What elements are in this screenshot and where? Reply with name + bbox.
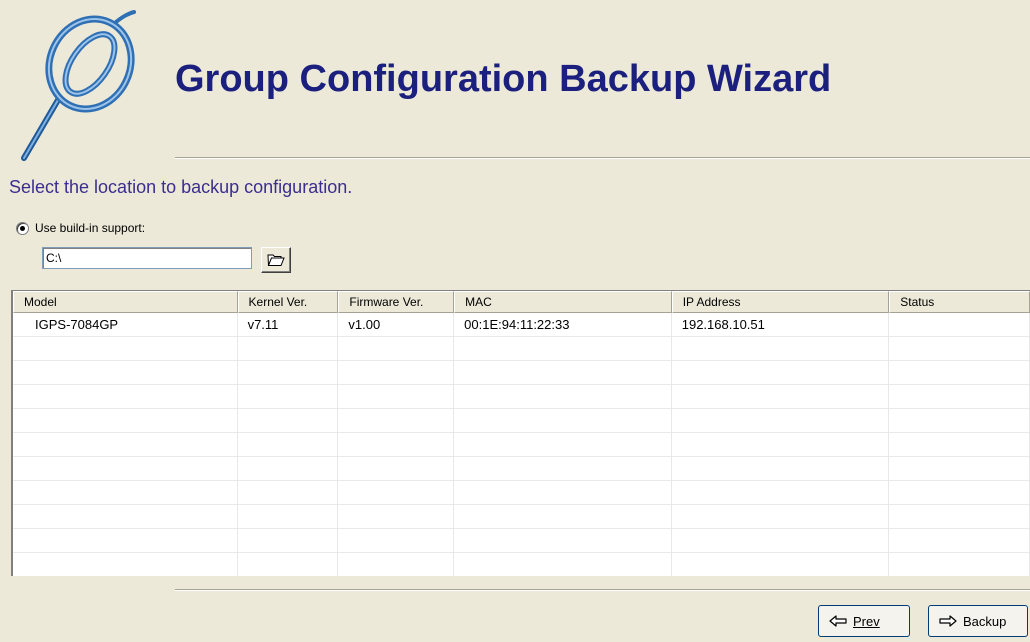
empty-row — [13, 337, 1030, 361]
browse-folder-button[interactable] — [261, 247, 291, 273]
backup-button-label: Backup — [963, 613, 1007, 629]
column-header-status[interactable]: Status — [889, 291, 1030, 313]
empty-row — [13, 385, 1030, 409]
column-header-kernel-ver[interactable]: Kernel Ver. — [237, 291, 339, 313]
footer-divider — [175, 589, 1030, 591]
empty-row — [13, 529, 1030, 553]
device-table: Model Kernel Ver. Firmware Ver. MAC IP A… — [11, 290, 1030, 576]
empty-row — [13, 553, 1030, 576]
backup-path-input[interactable] — [42, 247, 252, 269]
build-in-support-option[interactable]: Use build-in support: — [16, 220, 145, 236]
table-row[interactable]: IGPS-7084GP v7.11 v1.00 00:1E:94:11:22:3… — [13, 313, 1030, 337]
empty-row — [13, 481, 1030, 505]
cell-status — [889, 313, 1030, 336]
column-header-ip-address[interactable]: IP Address — [671, 291, 890, 313]
folder-open-icon — [267, 254, 285, 266]
cell-mac: 00:1E:94:11:22:33 — [454, 313, 672, 336]
arrow-left-icon — [829, 615, 847, 627]
empty-row — [13, 433, 1030, 457]
column-header-firmware-ver[interactable]: Firmware Ver. — [338, 291, 455, 313]
cell-firmware: v1.00 — [338, 313, 455, 336]
radio-selected-dot — [20, 225, 25, 231]
empty-row — [13, 457, 1030, 481]
column-header-model[interactable]: Model — [13, 291, 238, 313]
table-body: IGPS-7084GP v7.11 v1.00 00:1E:94:11:22:3… — [13, 313, 1030, 576]
empty-row — [13, 409, 1030, 433]
prev-button-label: Prev — [853, 613, 880, 629]
cell-kernel: v7.11 — [238, 313, 339, 336]
prev-button[interactable]: Prev — [818, 605, 910, 637]
cell-model: IGPS-7084GP — [13, 313, 238, 336]
wizard-logo-icon — [21, 10, 136, 161]
column-header-mac[interactable]: MAC — [454, 291, 672, 313]
cell-ip: 192.168.10.51 — [672, 313, 890, 336]
header-divider — [175, 157, 1030, 159]
page-title: Group Configuration Backup Wizard — [175, 58, 832, 100]
build-in-support-label: Use build-in support: — [35, 221, 146, 235]
build-in-support-radio[interactable] — [16, 221, 29, 235]
instruction-text: Select the location to backup configurat… — [9, 177, 353, 197]
arrow-right-icon — [939, 615, 957, 627]
empty-row — [13, 361, 1030, 385]
backup-button[interactable]: Backup — [928, 605, 1028, 637]
table-header: Model Kernel Ver. Firmware Ver. MAC IP A… — [13, 291, 1030, 313]
empty-row — [13, 505, 1030, 529]
